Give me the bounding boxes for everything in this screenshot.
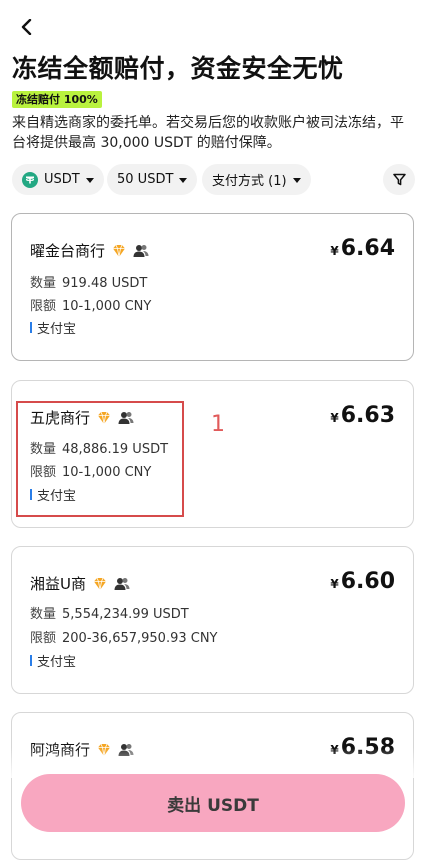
order-card[interactable]: 湘益U商 数量 5,554,234.99 USDT 限额 200-36,657,95… (11, 546, 414, 694)
users-icon (118, 743, 134, 756)
sell-usdt-button[interactable]: 卖出 USDT (21, 774, 405, 832)
compensation-badge: 冻结赔付 100% (12, 91, 102, 108)
price-value: 6.58 (340, 735, 395, 760)
page-description: 来自精选商家的委托单。若交易后您的收款账户被司法冻结，平台将提供最高 30,00… (12, 115, 404, 151)
price-value: 6.63 (340, 403, 395, 428)
chevron-down-icon (179, 177, 188, 183)
merchant-row: 曜金台商行 (30, 240, 149, 261)
users-icon (114, 577, 130, 590)
alipay-indicator-icon (30, 322, 32, 333)
alipay-indicator-icon (30, 489, 32, 500)
order-card[interactable]: 五虎商行 数量 48,886.19 USDT 限额 10-1,000 CNY 支付宝… (11, 380, 414, 528)
diamond-icon (98, 411, 111, 424)
quantity-value: 48,886.19 USDT (62, 442, 169, 457)
merchant-name: 五虎商行 (30, 409, 91, 427)
chevron-left-icon (21, 19, 32, 35)
quantity-row: 数量 48,886.19 USDT (30, 438, 168, 457)
annotation-label: 1 (211, 412, 225, 437)
quantity-value: 5,554,234.99 USDT (62, 607, 189, 622)
alipay-indicator-icon (30, 655, 32, 666)
amount-select-label: 50 USDT (117, 172, 174, 187)
order-card[interactable]: 曜金台商行 数量 919.48 USDT 限额 10-1,000 CNY 支付宝 ¥… (11, 213, 414, 361)
tether-icon (22, 171, 38, 188)
filter-button[interactable] (383, 164, 415, 195)
limit-label: 限额 (30, 465, 57, 480)
limit-label: 限额 (30, 299, 57, 314)
limit-row: 限额 200-36,657,950.93 CNY (30, 627, 218, 646)
coin-select[interactable]: USDT (12, 164, 104, 195)
merchant-row: 阿鸿商行 (30, 739, 134, 760)
quantity-row: 数量 919.48 USDT (30, 272, 147, 291)
payment-method-name: 支付宝 (37, 322, 77, 337)
currency-symbol: ¥ (330, 411, 339, 425)
payment-method-label: 支付方式 (1) (212, 174, 287, 189)
currency-symbol: ¥ (330, 743, 339, 757)
limit-value: 10-1,000 CNY (62, 299, 152, 314)
quantity-label: 数量 (30, 276, 57, 291)
users-icon (118, 411, 134, 424)
price-value: 6.64 (340, 236, 395, 261)
merchant-name: 阿鸿商行 (30, 741, 91, 759)
payment-method-select[interactable]: 支付方式 (1) (202, 164, 311, 195)
limit-row: 限额 10-1,000 CNY (30, 461, 151, 480)
diamond-icon (98, 743, 111, 756)
filter-bar: USDT 50 USDT 支付方式 (1) (12, 164, 415, 195)
currency-symbol: ¥ (330, 244, 339, 258)
price: ¥ 6.63 (330, 403, 395, 428)
currency-symbol: ¥ (330, 577, 339, 591)
chevron-down-icon (85, 177, 94, 183)
merchant-name: 曜金台商行 (30, 242, 106, 260)
merchant-row: 五虎商行 (30, 407, 134, 428)
coin-select-label: USDT (44, 172, 80, 187)
payment-method-name: 支付宝 (37, 655, 77, 670)
price-value: 6.60 (340, 569, 395, 594)
payment-method: 支付宝 (30, 485, 76, 504)
diamond-icon (93, 577, 106, 590)
payment-method: 支付宝 (30, 651, 76, 670)
filter-funnel-icon (392, 173, 406, 186)
page-title: 冻结全额赔付，资金安全无忧 (12, 54, 344, 83)
chevron-down-icon (292, 177, 301, 183)
limit-label: 限额 (30, 631, 57, 646)
limit-value: 10-1,000 CNY (62, 465, 152, 480)
payment-method-name: 支付宝 (37, 489, 77, 504)
limit-value: 200-36,657,950.93 CNY (62, 631, 218, 646)
diamond-icon (113, 244, 126, 257)
payment-method: 支付宝 (30, 318, 76, 337)
quantity-row: 数量 5,554,234.99 USDT (30, 603, 189, 622)
limit-row: 限额 10-1,000 CNY (30, 295, 151, 314)
back-button[interactable] (14, 14, 40, 40)
price: ¥ 6.64 (330, 236, 395, 261)
quantity-label: 数量 (30, 607, 57, 622)
users-icon (133, 244, 149, 257)
quantity-label: 数量 (30, 442, 57, 457)
amount-select[interactable]: 50 USDT (107, 164, 198, 195)
price: ¥ 6.58 (330, 735, 395, 760)
price: ¥ 6.60 (330, 569, 395, 594)
merchant-name: 湘益U商 (30, 575, 86, 593)
quantity-value: 919.48 USDT (62, 276, 148, 291)
merchant-row: 湘益U商 (30, 573, 130, 594)
